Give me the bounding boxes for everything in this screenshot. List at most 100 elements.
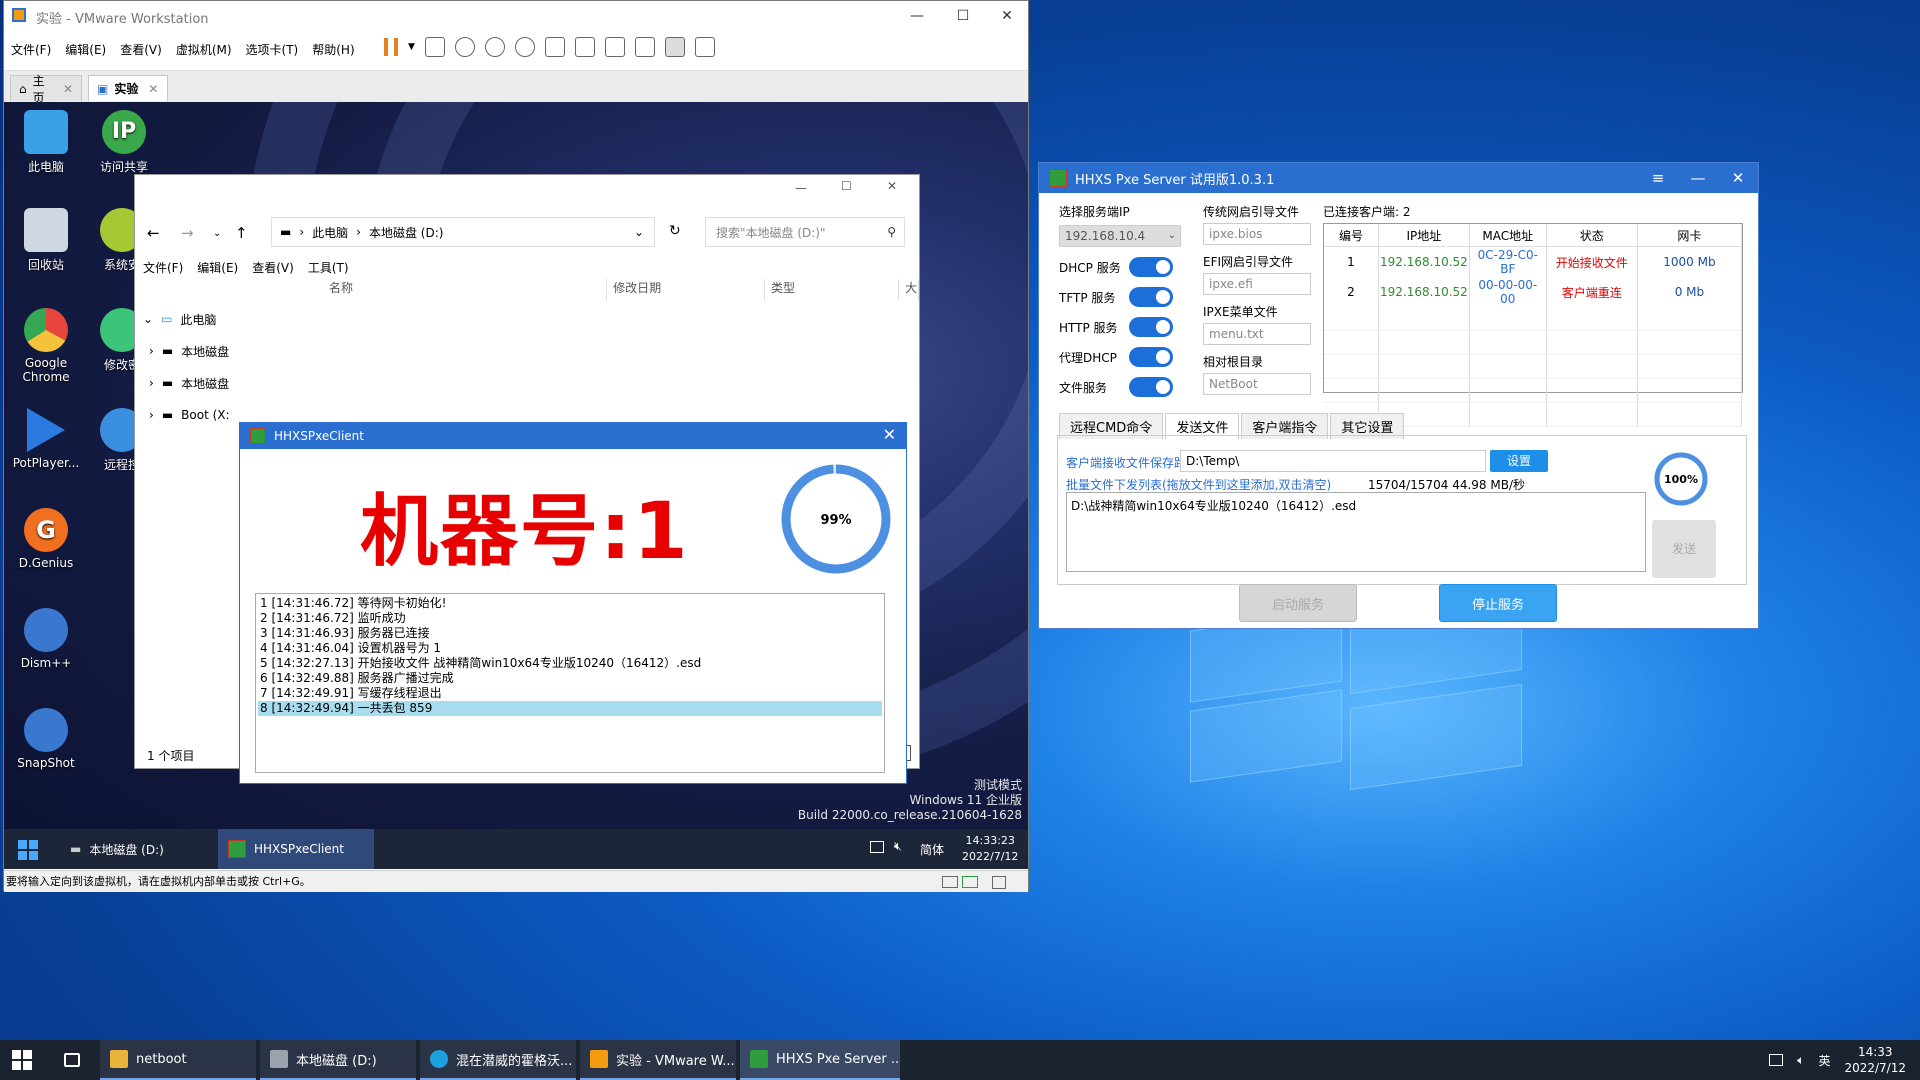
tree-item-drive[interactable]: › ▬ 本地磁盘 [143, 367, 253, 399]
close-button[interactable]: ✕ [887, 179, 897, 193]
save-path-field[interactable]: D:\Temp\ [1180, 450, 1486, 472]
taskbar-item-drive-d[interactable]: ▬ 本地磁盘 (D:) [60, 829, 210, 869]
search-input[interactable]: 搜索"本地磁盘 (D:)" ⚲ [705, 217, 905, 247]
stop-service-button[interactable]: 停止服务 [1439, 584, 1557, 622]
console-icon[interactable] [664, 37, 685, 57]
fullscreen-icon[interactable] [604, 37, 625, 57]
dhcp-toggle[interactable] [1129, 257, 1173, 277]
volume-muted-icon[interactable]: 🔇︎ [894, 839, 902, 854]
taskbar-item-pxe-client[interactable]: HHXSPxeClient [218, 829, 374, 869]
taskbar-item-drive-d[interactable]: 本地磁盘 (D:) [260, 1040, 416, 1080]
menu-edit[interactable]: 编辑(E) [58, 41, 113, 58]
log-line[interactable]: 6 [14:32:49.88] 服务器广播过完成 [258, 671, 882, 686]
log-line[interactable]: 4 [14:31:46.04] 设置机器号为 1 [258, 641, 882, 656]
set-path-button[interactable]: 设置 [1490, 450, 1548, 472]
close-button[interactable]: ✕ [1718, 163, 1758, 193]
device-icon[interactable] [942, 876, 958, 888]
desktop-icon-dgenius[interactable]: G D.Genius [6, 508, 86, 570]
column-mac[interactable]: MAC地址 [1469, 224, 1547, 247]
send-button[interactable]: 发送 [1652, 520, 1716, 578]
guest-clock[interactable]: 14:33:23 2022/7/12 [962, 833, 1018, 865]
close-icon[interactable]: ✕ [148, 82, 158, 96]
tree-item-boot[interactable]: › ▬ Boot (X: [143, 399, 253, 431]
client-table[interactable]: 编号 IP地址 MAC地址 状态 网卡 1 192.168.10.52 0C-2… [1323, 223, 1743, 427]
ipxe-menu-field[interactable]: menu.txt [1203, 323, 1311, 345]
log-line[interactable]: 5 [14:32:27.13] 开始接收文件 战神精简win10x64专业版10… [258, 656, 882, 671]
root-dir-field[interactable]: NetBoot [1203, 373, 1311, 395]
send-keys-icon[interactable] [424, 37, 445, 57]
chevron-down-icon[interactable]: ⌄ [143, 312, 153, 326]
desktop-icon-recycle-bin[interactable]: 回收站 [6, 208, 86, 273]
maximize-button[interactable]: ☐ [841, 179, 852, 193]
close-icon[interactable]: ✕ [63, 82, 73, 96]
taskbar-item-edge[interactable]: 混在潜威的霍格沃... [420, 1040, 576, 1080]
minimize-button[interactable]: — [1678, 163, 1718, 193]
network-icon[interactable] [870, 841, 884, 853]
tftp-toggle[interactable] [1129, 287, 1173, 307]
log-line-selected[interactable]: 8 [14:32:49.94] 一共丢包 859 [258, 701, 882, 716]
server-ip-select[interactable]: 192.168.10.4 ⌄ [1059, 225, 1181, 247]
chevron-down-icon[interactable]: ⌄ [634, 225, 644, 239]
menu-vm[interactable]: 虚拟机(M) [169, 41, 239, 58]
breadcrumb-drive-d[interactable]: 本地磁盘 (D:) [369, 224, 443, 241]
start-button[interactable] [18, 840, 38, 860]
http-toggle[interactable] [1129, 317, 1173, 337]
network-device-icon[interactable] [962, 876, 978, 888]
column-type[interactable]: 类型 [765, 279, 900, 301]
desktop-icon-dism[interactable]: Dism++ [6, 608, 86, 670]
chevron-right-icon[interactable]: › [149, 376, 154, 390]
desktop-icon-share[interactable]: IP 访问共享 [84, 110, 164, 175]
log-line[interactable]: 3 [14:31:46.93] 服务器已连接 [258, 626, 882, 641]
tab-home[interactable]: ⌂ 主页 ✕ [10, 74, 82, 105]
tab-experiment[interactable]: ▣ 实验 ✕ [88, 75, 168, 101]
pause-icon[interactable] [384, 38, 398, 56]
batch-file-list[interactable]: D:\战神精简win10x64专业版10240（16412）.esd [1066, 492, 1646, 572]
guest-screen[interactable]: 此电脑 IP 访问共享 回收站 系统安 Google Chrome 修改密 Pot… [4, 102, 1028, 869]
ime-indicator[interactable]: 简体 [920, 841, 944, 858]
library-icon[interactable] [544, 37, 565, 57]
network-icon[interactable] [1769, 1054, 1784, 1066]
desktop-icon-snapshot[interactable]: SnapShot [6, 708, 86, 770]
menu-file[interactable]: 文件(F) [4, 41, 58, 58]
column-date[interactable]: 修改日期 [607, 279, 765, 301]
column-id[interactable]: 编号 [1324, 224, 1379, 247]
column-status[interactable]: 状态 [1546, 224, 1638, 247]
desktop-icon-potplayer[interactable]: PotPlayer... [6, 408, 86, 470]
revert-snapshot-icon[interactable] [484, 37, 505, 57]
menu-help[interactable]: 帮助(H) [305, 41, 361, 58]
desktop-icon-this-pc[interactable]: 此电脑 [6, 110, 86, 175]
chevron-right-icon[interactable]: › [149, 408, 154, 422]
minimize-button[interactable]: — [795, 181, 807, 195]
dropdown-icon[interactable]: ▼ [408, 42, 415, 52]
taskbar-item-netboot[interactable]: netboot [100, 1040, 256, 1080]
menu-edit[interactable]: 编辑(E) [197, 259, 238, 276]
legacy-boot-field[interactable]: ipxe.bios [1203, 223, 1311, 245]
log-line[interactable]: 1 [14:31:46.72] 等待网卡初始化! [258, 596, 882, 611]
close-button[interactable]: ✕ [984, 1, 1030, 31]
menu-view[interactable]: 查看(V) [113, 41, 169, 58]
maximize-button[interactable]: ☐ [940, 1, 986, 31]
start-service-button[interactable]: 启动服务 [1239, 584, 1357, 622]
client-log-list[interactable]: 1 [14:31:46.72] 等待网卡初始化! 2 [14:31:46.72]… [255, 593, 885, 773]
minimize-button[interactable]: — [894, 1, 940, 31]
task-view-icon[interactable] [64, 1053, 80, 1067]
column-ip[interactable]: IP地址 [1378, 224, 1470, 247]
efi-boot-field[interactable]: ipxe.efi [1203, 273, 1311, 295]
table-row[interactable]: 1 192.168.10.52 0C-29-C0-BF 开始接收文件 1000 … [1324, 246, 1743, 277]
stretch-icon[interactable] [694, 37, 715, 57]
back-icon[interactable]: ← [147, 224, 160, 242]
log-line[interactable]: 7 [14:32:49.91] 写缓存线程退出 [258, 686, 882, 701]
menu-view[interactable]: 查看(V) [252, 259, 294, 276]
desktop-icon-chrome[interactable]: Google Chrome [6, 308, 86, 384]
table-row[interactable]: 2 192.168.10.52 00-00-00-00 客户端重连 0 Mb [1324, 277, 1743, 307]
log-line[interactable]: 2 [14:31:46.72] 监听成功 [258, 611, 882, 626]
close-button[interactable]: ✕ [883, 425, 896, 444]
ime-indicator[interactable]: 英 [1818, 1052, 1830, 1069]
message-icon[interactable] [992, 876, 1006, 889]
file-list-item[interactable]: D:\战神精简win10x64专业版10240（16412）.esd [1071, 497, 1641, 514]
file-service-toggle[interactable] [1129, 377, 1173, 397]
tree-item-this-pc[interactable]: ⌄ ▭ 此电脑 [143, 303, 253, 335]
forward-icon[interactable]: → [181, 224, 194, 242]
column-name[interactable]: 名称 [323, 279, 608, 301]
volume-icon[interactable]: 🔈︎ [1797, 1053, 1804, 1068]
